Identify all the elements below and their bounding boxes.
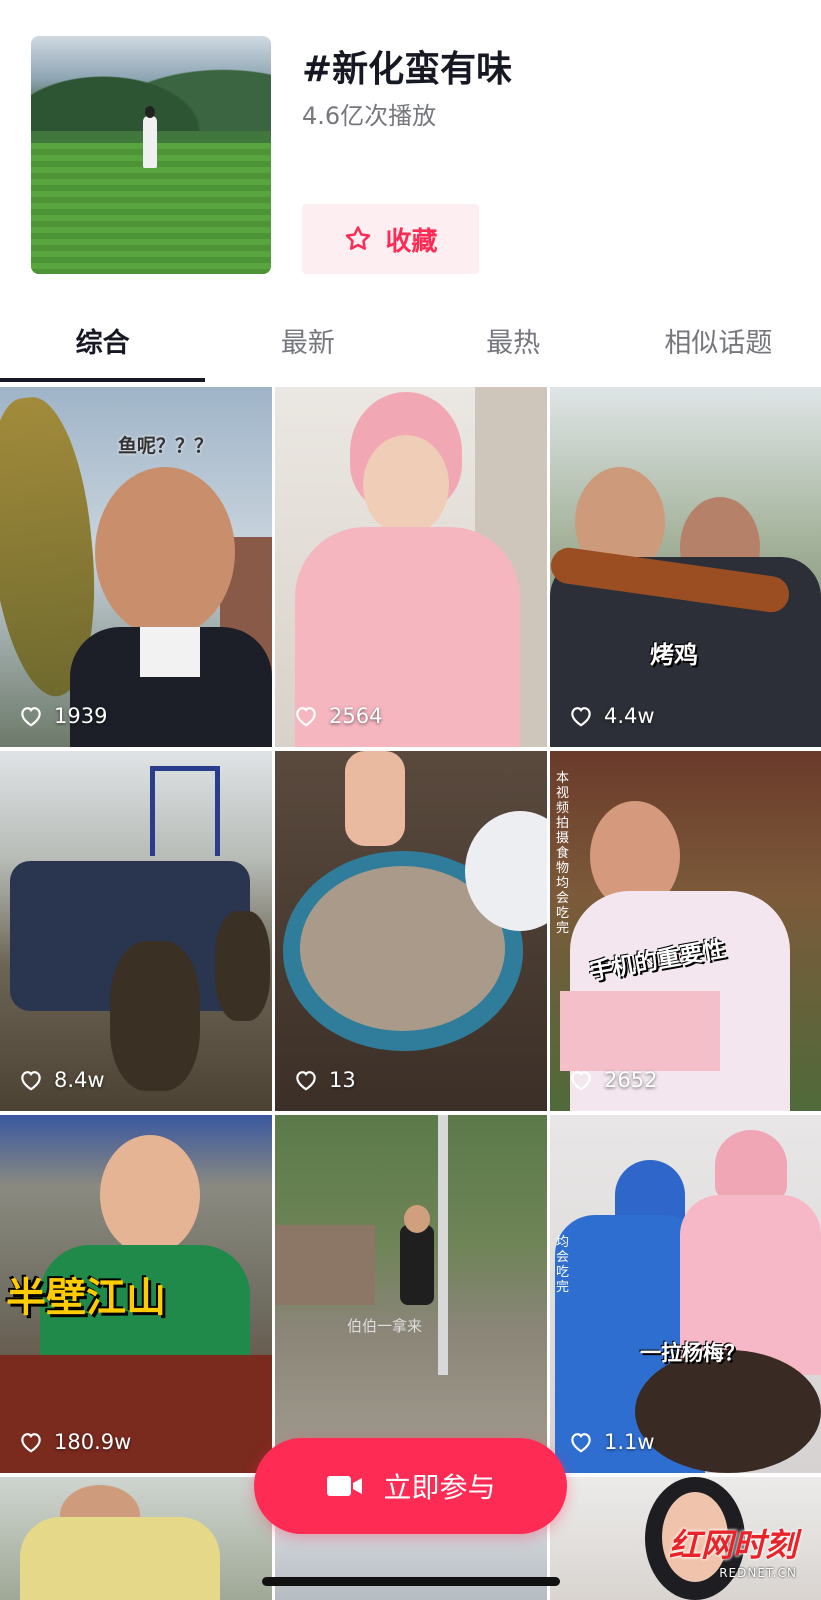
video-tile[interactable]: 半壁江山 180.9w	[0, 1115, 272, 1473]
favorite-label: 收藏	[385, 226, 438, 257]
tab-hottest[interactable]: 最热	[411, 315, 616, 385]
tab-similar-topics[interactable]: 相似话题	[616, 315, 821, 385]
tab-latest[interactable]: 最新	[205, 315, 410, 385]
heart-icon	[571, 1071, 591, 1091]
video-tile[interactable]: 13	[275, 751, 547, 1111]
play-count: 4.6亿次播放	[302, 102, 437, 130]
video-tile[interactable]	[0, 1477, 272, 1600]
watermark-logo: 红网时刻 REDNET.CN	[668, 1526, 797, 1580]
like-count: 2564	[293, 703, 382, 729]
heart-icon	[296, 1071, 316, 1091]
tab-bar: 综合 最新 最热 相似话题	[0, 315, 821, 385]
favorite-button[interactable]: 收藏	[302, 204, 479, 274]
video-tile[interactable]: 鱼呢？？？ 1939	[0, 387, 272, 747]
video-camera-icon	[327, 1476, 363, 1496]
topic-title: #新化蛮有味	[302, 49, 513, 90]
like-count: 1939	[18, 703, 107, 729]
tab-comprehensive[interactable]: 综合	[0, 315, 206, 385]
like-count: 4.4w	[568, 703, 655, 729]
video-caption: 半壁江山	[6, 1275, 166, 1321]
video-tile[interactable]: 伯伯一拿来	[275, 1115, 547, 1473]
video-tile[interactable]: 8.4w	[0, 751, 272, 1111]
video-caption: 鱼呢？？？	[118, 435, 214, 457]
heart-icon	[296, 707, 316, 727]
heart-icon	[21, 707, 41, 727]
join-now-button[interactable]: 立即参与	[254, 1438, 567, 1534]
side-text: 本视频拍摄食物均会吃完	[556, 771, 570, 936]
side-text: 均会吃完	[556, 1235, 570, 1295]
heart-icon	[571, 1433, 591, 1453]
like-count: 180.9w	[18, 1429, 131, 1455]
video-caption: 烤鸡	[650, 641, 698, 669]
video-tile[interactable]: 本视频拍摄食物均会吃完 手机的重要性 2652	[550, 751, 821, 1111]
topic-cover-image	[31, 36, 271, 274]
join-now-label: 立即参与	[383, 1471, 496, 1504]
video-tile[interactable]: 均会吃完 一拉杨梅？ 1.1w	[550, 1115, 821, 1473]
like-count: 1.1w	[568, 1429, 655, 1455]
heart-icon	[21, 1433, 41, 1453]
heart-icon	[571, 707, 591, 727]
video-tile[interactable]: 烤鸡 4.4w	[550, 387, 821, 747]
like-count: 8.4w	[18, 1067, 105, 1093]
like-count: 2652	[568, 1067, 657, 1093]
home-indicator	[262, 1577, 560, 1586]
video-caption: 伯伯一拿来	[347, 1317, 423, 1335]
like-count: 13	[293, 1067, 356, 1093]
video-tile[interactable]: 2564	[275, 387, 547, 747]
heart-icon	[21, 1071, 41, 1091]
star-icon	[346, 226, 371, 250]
video-caption: 一拉杨梅？	[640, 1341, 745, 1365]
